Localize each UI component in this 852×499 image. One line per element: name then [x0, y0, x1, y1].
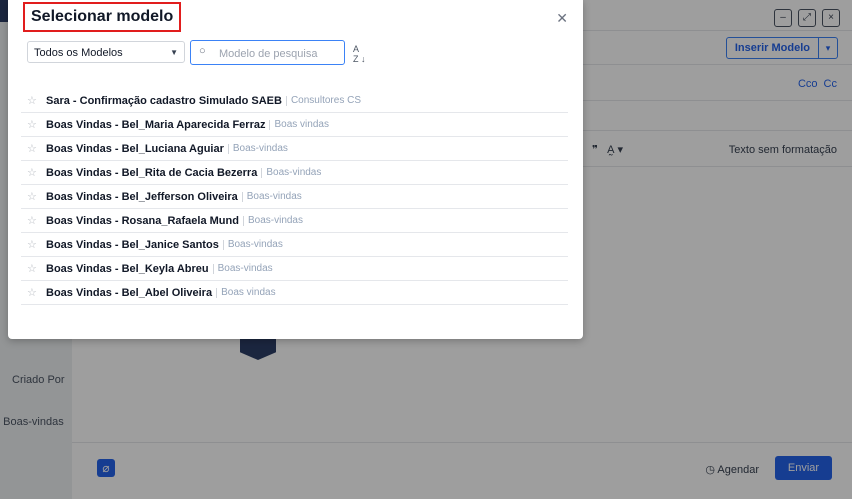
template-category: Boas-vindas: [232, 143, 288, 154]
template-category: Boas-vindas: [227, 239, 283, 250]
template-row[interactable]: ☆ Boas Vindas - Bel_Janice Santos Boas-vin…: [21, 233, 568, 257]
separator: [261, 167, 263, 178]
template-category: Boas-vindas: [266, 167, 322, 178]
template-name: Boas Vindas - Bel_Abel Oliveira: [46, 286, 213, 299]
template-name: Boas Vindas - Bel_Keyla Abreu: [46, 262, 209, 275]
search-icon: ○: [199, 45, 206, 57]
template-filter-select[interactable]: Todos os Modelos ▼: [27, 41, 185, 63]
sort-az-icon[interactable]: AZ ↓: [353, 44, 366, 64]
template-name: Boas Vindas - Bel_Jefferson Oliveira: [46, 190, 238, 203]
template-name: Boas Vindas - Bel_Janice Santos: [46, 238, 219, 251]
caret-down-icon: ▼: [170, 48, 178, 57]
template-row[interactable]: ☆ Boas Vindas - Bel_Maria Aparecida Ferra…: [21, 113, 568, 137]
template-name: Boas Vindas - Rosana_Rafaela Mund: [46, 214, 239, 227]
template-row[interactable]: ☆ Boas Vindas - Bel_Jefferson Oliveira Boa…: [21, 185, 568, 209]
star-icon[interactable]: ☆: [27, 190, 46, 203]
template-name: Boas Vindas - Bel_Maria Aparecida Ferraz: [46, 118, 266, 131]
template-category: Boas-vindas: [247, 215, 303, 226]
template-row[interactable]: ☆ Sara - Confirmação cadastro Simulado SA…: [21, 89, 568, 113]
separator: [285, 95, 287, 106]
separator: [269, 119, 271, 130]
template-row[interactable]: ☆ Boas Vindas - Bel_Rita de Cacia Bezerra…: [21, 161, 568, 185]
template-search[interactable]: ○: [190, 40, 345, 65]
modal-title: Selecionar modelo: [23, 2, 182, 32]
select-template-modal: Selecionar modelo ✕ Todos os Modelos ▼ ○…: [8, 0, 583, 339]
separator: [241, 191, 243, 202]
separator: [227, 143, 229, 154]
star-icon[interactable]: ☆: [27, 238, 46, 251]
separator: [242, 215, 244, 226]
template-name: Boas Vindas - Bel_Rita de Cacia Bezerra: [46, 166, 258, 179]
separator: [216, 287, 218, 298]
template-category: Boas-vindas: [217, 263, 273, 274]
template-category: Consultores CS: [290, 95, 361, 106]
template-row[interactable]: ☆ Boas Vindas - Bel_Keyla Abreu Boas-vinda…: [21, 257, 568, 281]
star-icon[interactable]: ☆: [27, 286, 46, 299]
template-category: Boas-vindas: [246, 191, 302, 202]
template-name: Boas Vindas - Bel_Luciana Aguiar: [46, 142, 224, 155]
template-filter-value: Todos os Modelos: [34, 47, 123, 59]
template-name: Sara - Confirmação cadastro Simulado SAE…: [46, 94, 282, 107]
template-search-input[interactable]: [217, 44, 341, 63]
star-icon[interactable]: ☆: [27, 118, 46, 131]
template-category: Boas vindas: [221, 287, 276, 298]
star-icon[interactable]: ☆: [27, 94, 46, 107]
close-icon[interactable]: ✕: [556, 10, 568, 27]
template-category: Boas vindas: [274, 119, 329, 130]
template-row[interactable]: ☆ Boas Vindas - Rosana_Rafaela Mund Boas-v…: [21, 209, 568, 233]
star-icon[interactable]: ☆: [27, 214, 46, 227]
star-icon[interactable]: ☆: [27, 142, 46, 155]
template-row[interactable]: ☆ Boas Vindas - Bel_Luciana Aguiar Boas-vi…: [21, 137, 568, 161]
star-icon[interactable]: ☆: [27, 262, 46, 275]
star-icon[interactable]: ☆: [27, 166, 46, 179]
template-list: ☆ Sara - Confirmação cadastro Simulado SA…: [21, 89, 568, 305]
separator: [212, 263, 214, 274]
template-row[interactable]: ☆ Boas Vindas - Bel_Abel Oliveira Boas vin…: [21, 281, 568, 305]
separator: [222, 239, 224, 250]
